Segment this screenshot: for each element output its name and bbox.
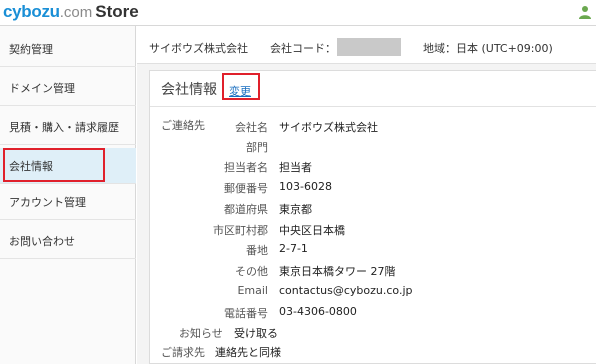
logo-brand: cybozu	[3, 2, 60, 21]
company-info-bar: サイボウズ株式会社 会社コード： 地域：日本 (UTC+09:00)	[137, 26, 596, 64]
sidebar-item-label: 見積・購入・請求履歴	[9, 120, 119, 134]
sidebar-item-label: お問い合わせ	[9, 234, 75, 248]
sidebar: 契約管理 ドメイン管理 見積・購入・請求履歴 会社情報 アカウント管理 お問い合…	[0, 26, 136, 364]
row-label-department: 部門	[246, 141, 268, 154]
row-label-postal-code: 郵便番号	[224, 182, 268, 195]
row-label-other: その他	[235, 265, 268, 278]
company-code-redacted	[337, 38, 401, 56]
sidebar-item-contracts[interactable]: 契約管理	[0, 31, 136, 67]
row-value-street: 2-7-1	[279, 242, 308, 255]
edit-highlight-box	[222, 73, 260, 100]
row-label-street: 番地	[246, 244, 268, 257]
row-value-phone: 03-4306-0800	[279, 305, 357, 318]
row-value-contact-person: 担当者	[279, 161, 312, 174]
sidebar-item-contact[interactable]: お問い合わせ	[0, 223, 136, 259]
sidebar-item-domains[interactable]: ドメイン管理	[0, 70, 136, 106]
row-label-phone: 電話番号	[224, 307, 268, 320]
notice-label: お知らせ	[179, 327, 223, 340]
main-content: サイボウズ株式会社 会社コード： 地域：日本 (UTC+09:00) 会社情報 …	[137, 26, 596, 364]
top-header: cybozu .com Store	[0, 0, 596, 26]
panel-divider	[150, 106, 596, 107]
row-label-contact-person: 担当者名	[224, 161, 268, 174]
notice-value: 受け取る	[234, 327, 278, 340]
sidebar-item-label: ドメイン管理	[9, 81, 75, 95]
company-code-label: 会社コード：	[270, 42, 336, 55]
sidebar-item-label: 契約管理	[9, 42, 53, 56]
billing-value: 連絡先と同様	[215, 346, 281, 359]
row-value-postal-code: 103-6028	[279, 180, 332, 193]
row-value-other: 東京日本橋タワー 27階	[279, 265, 396, 278]
company-info-panel: 会社情報 変更 ご連絡先 会社名 サイボウズ株式会社 部門 担当者名 担当者 郵…	[149, 70, 596, 364]
user-icon[interactable]	[578, 5, 592, 19]
sidebar-highlight-box	[3, 148, 105, 182]
row-value-email: contactus@cybozu.co.jp	[279, 284, 413, 297]
row-label-prefecture: 都道府県	[224, 203, 268, 216]
row-label-company-name: 会社名	[235, 121, 268, 134]
sidebar-item-billing-history[interactable]: 見積・購入・請求履歴	[0, 109, 136, 145]
sidebar-item-accounts[interactable]: アカウント管理	[0, 184, 136, 220]
logo-store: Store	[95, 2, 139, 21]
row-value-city: 中央区日本橋	[279, 224, 345, 237]
sidebar-item-label: アカウント管理	[9, 195, 86, 209]
logo-dotcom: .com	[59, 4, 93, 21]
billing-label: ご請求先	[161, 346, 205, 359]
row-value-company-name: サイボウズ株式会社	[279, 121, 378, 134]
row-label-email: Email	[237, 284, 268, 297]
cybozu-store-logo[interactable]: cybozu .com Store	[3, 2, 139, 24]
region-text: 地域：日本 (UTC+09:00)	[423, 42, 553, 55]
row-label-city: 市区町村郡	[213, 224, 268, 237]
company-name-text: サイボウズ株式会社	[149, 42, 248, 55]
row-value-prefecture: 東京都	[279, 203, 312, 216]
panel-title: 会社情報	[161, 82, 217, 98]
